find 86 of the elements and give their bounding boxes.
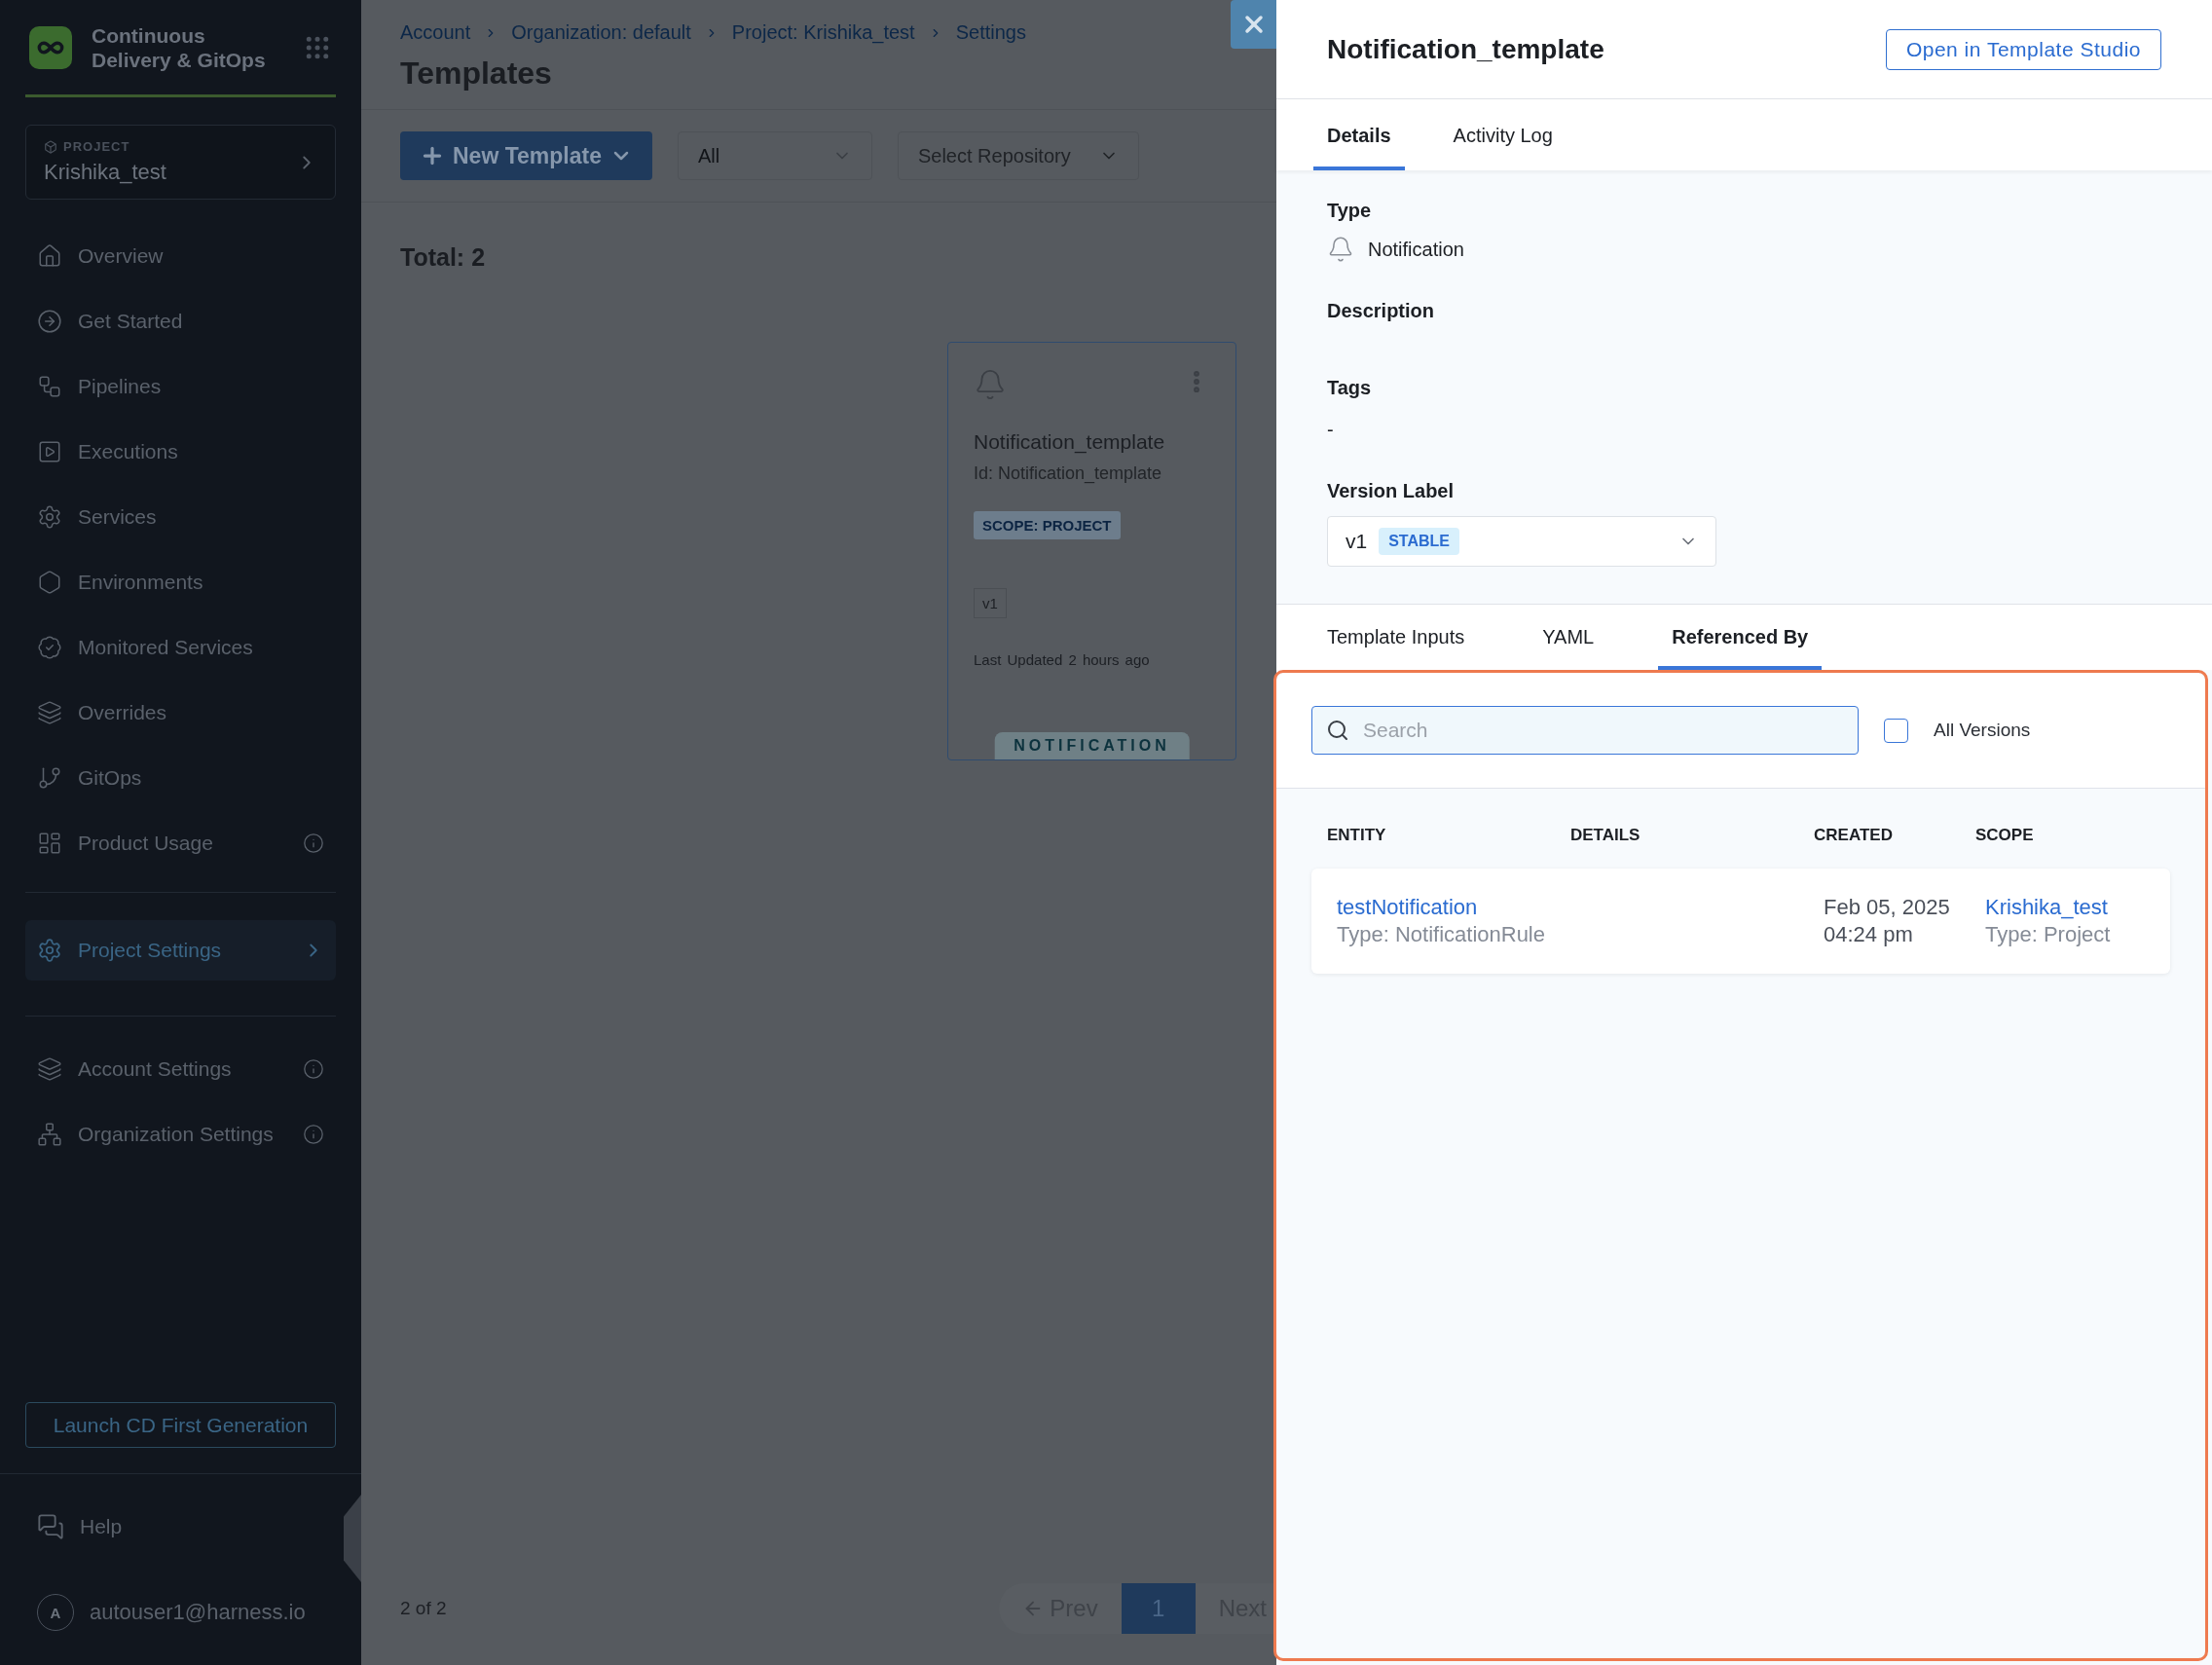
layers-icon <box>37 700 62 725</box>
breadcrumb-link[interactable]: Account <box>400 21 471 44</box>
type-dropdown[interactable]: All <box>677 131 872 180</box>
created-time: 04:24 pm <box>1824 921 1914 948</box>
nav-item[interactable]: Services <box>25 494 336 540</box>
breadcrumb-link[interactable]: Organization: default <box>511 21 691 44</box>
tab[interactable]: YAML <box>1529 605 1608 670</box>
branch-icon <box>37 765 62 791</box>
nav-item[interactable]: Organization Settings <box>25 1111 336 1158</box>
open-studio-button[interactable]: Open in Template Studio <box>1885 28 2161 70</box>
page-count: 2 of 2 <box>400 1598 447 1619</box>
page-title: Templates <box>400 56 553 92</box>
project-selector[interactable]: PROJECT Krishika_test <box>25 125 336 200</box>
user-item[interactable]: A autouser1@harness.io <box>25 1589 336 1636</box>
nav-item[interactable]: Overview <box>25 233 336 279</box>
breadcrumb-link[interactable]: Project: Krishika_test <box>731 21 915 44</box>
stable-badge: STABLE <box>1379 528 1459 555</box>
network-icon <box>37 1122 62 1147</box>
type-label: Type <box>1327 200 1373 222</box>
chat-icon <box>37 1513 64 1540</box>
tab[interactable]: Template Inputs <box>1313 605 1479 670</box>
last-updated: Last Updated 2 hours ago <box>974 651 1151 668</box>
nav-item[interactable]: Monitored Services <box>25 624 336 671</box>
dashboard-icon <box>37 831 62 856</box>
tags-value: - <box>1327 419 1335 441</box>
info-icon[interactable] <box>303 832 324 854</box>
bell-icon <box>974 368 1007 401</box>
app-title: Continuous Delivery & GitOps <box>92 22 267 72</box>
tags-label: Tags <box>1327 377 1373 399</box>
nav-item[interactable]: Get Started <box>25 298 336 345</box>
scope-type: Type: Project <box>1985 921 2112 948</box>
scope-link[interactable]: Krishika_test <box>1985 894 2145 921</box>
project-name: Krishika_test <box>44 160 167 185</box>
info-icon[interactable] <box>303 1124 324 1145</box>
entity-type: Type: NotificationRule <box>1337 921 1546 948</box>
new-template-button[interactable]: New Template <box>400 131 652 180</box>
project-label: PROJECT <box>63 139 130 154</box>
gear-icon <box>37 504 62 530</box>
nav-item[interactable]: Account Settings <box>25 1046 336 1092</box>
workflow-icon <box>37 374 62 399</box>
hexagon-icon <box>37 570 62 595</box>
nav-item[interactable]: Project Settings <box>25 920 336 980</box>
cube-icon <box>44 139 57 154</box>
column-header: CREATED <box>1814 826 1894 845</box>
layers-icon <box>37 1056 62 1082</box>
bell-icon <box>1327 236 1354 263</box>
type-tab: NOTIFICATION <box>994 732 1190 759</box>
nav-item[interactable]: Overrides <box>25 689 336 736</box>
close-button[interactable] <box>1231 0 1276 49</box>
nav-item[interactable]: Pipelines <box>25 363 336 410</box>
created-date: Feb 05, 2025 <box>1824 894 1951 921</box>
scope-badge: SCOPE: PROJECT <box>974 511 1121 539</box>
launch-button[interactable]: Launch CD First Generation <box>25 1402 336 1448</box>
badge-icon <box>37 635 62 660</box>
version-label: Version Label <box>1327 480 1456 502</box>
tab[interactable]: Activity Log <box>1439 99 1567 170</box>
search-icon <box>1326 719 1349 742</box>
nav-item[interactable]: Environments <box>25 559 336 606</box>
total-count: Total: 2 <box>400 243 487 272</box>
version-dropdown[interactable]: v1 STABLE <box>1327 516 1716 567</box>
template-name: Notification_template <box>974 430 1166 454</box>
repository-dropdown[interactable]: Select Repository <box>897 131 1139 180</box>
all-versions-checkbox[interactable] <box>1884 718 1908 743</box>
info-icon[interactable] <box>303 1058 324 1080</box>
version-tag: v1 <box>974 588 1007 618</box>
nav-item[interactable]: GitOps <box>25 755 336 801</box>
column-header: DETAILS <box>1570 826 1641 845</box>
type-value: Notification <box>1368 238 1464 261</box>
description-label: Description <box>1327 300 1436 322</box>
play-icon <box>37 439 62 464</box>
search-input[interactable]: Search <box>1361 718 1844 743</box>
search-field[interactable]: Search <box>1311 706 1859 755</box>
gear-icon <box>37 938 62 963</box>
house-icon <box>37 243 62 269</box>
all-versions-label: All Versions <box>1934 720 2031 741</box>
app-logo <box>29 25 72 69</box>
entity-link[interactable]: testNotification <box>1337 894 1580 921</box>
tab[interactable]: Details <box>1313 99 1405 170</box>
breadcrumb-link[interactable]: Settings <box>955 21 1026 44</box>
help-item[interactable]: Help <box>25 1503 336 1550</box>
nav-item[interactable]: Executions <box>25 428 336 475</box>
drawer-title: Notification_template <box>1327 33 1604 65</box>
column-header: ENTITY <box>1327 826 1387 845</box>
nav-item[interactable]: Product Usage <box>25 820 336 867</box>
table-row[interactable]: testNotification Type: NotificationRule Feb 05, 2025 04:24 pm Krishika_test Type: Project <box>1311 869 2170 974</box>
column-header: SCOPE <box>1975 826 2035 845</box>
